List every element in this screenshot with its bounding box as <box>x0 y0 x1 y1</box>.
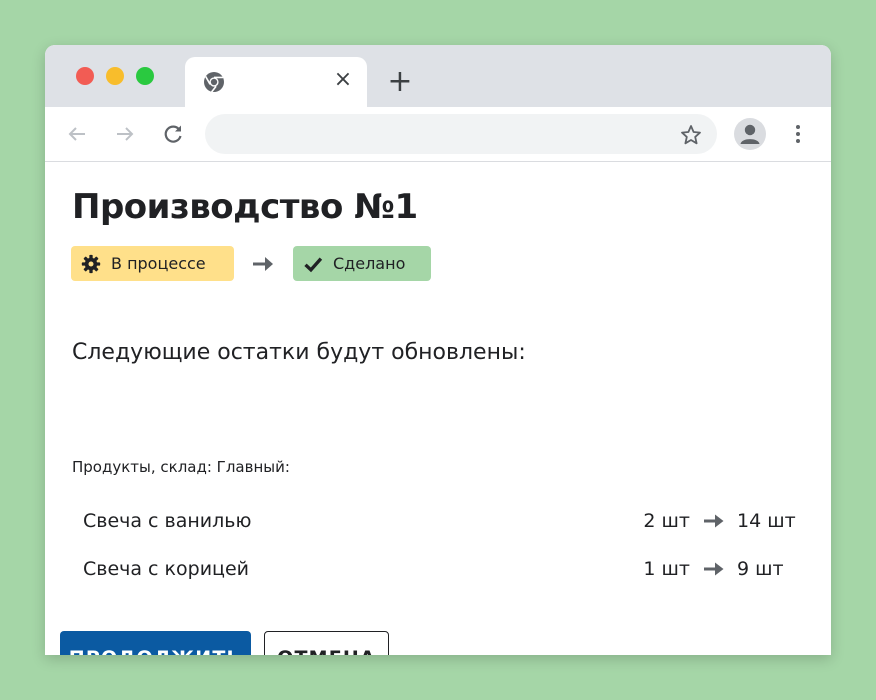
stock-update-heading: Следующие остатки будут обновлены: <box>72 340 526 365</box>
profile-icon[interactable] <box>734 118 766 150</box>
new-tab-button[interactable]: + <box>385 67 415 97</box>
status-from-label: В процессе <box>111 254 206 273</box>
tab-strip: × + <box>45 45 831 107</box>
maximize-window-button[interactable] <box>136 67 154 85</box>
status-badge-done: Сделано <box>293 246 431 281</box>
stock-row: Свеча с ванилью 2 шт 14 шт <box>45 506 831 536</box>
stock-row: Свеча с корицей 1 шт 9 шт <box>45 554 831 584</box>
browser-tab[interactable]: × <box>185 57 367 107</box>
more-vert-icon[interactable] <box>786 122 810 146</box>
close-window-button[interactable] <box>76 67 94 85</box>
stock-to: 9 шт <box>737 558 784 580</box>
page-content: Производство №1 В процессе Сделано Следу… <box>45 161 831 655</box>
check-icon <box>304 256 323 272</box>
right-arrow-icon <box>253 257 273 271</box>
status-to-label: Сделано <box>333 254 406 273</box>
right-arrow-icon <box>704 562 724 576</box>
continue-button[interactable]: ПРОДОЛЖИТЬ <box>60 631 251 655</box>
reload-icon[interactable] <box>161 122 185 146</box>
browser-toolbar <box>45 107 831 162</box>
minimize-window-button[interactable] <box>106 67 124 85</box>
stock-from: 2 шт <box>643 510 690 532</box>
back-arrow-icon[interactable] <box>65 122 89 146</box>
tab-close-icon[interactable]: × <box>331 68 355 92</box>
product-name: Свеча с корицей <box>83 558 250 580</box>
stock-to: 14 шт <box>737 510 796 532</box>
chrome-icon <box>204 72 224 93</box>
address-bar[interactable] <box>205 114 717 154</box>
cancel-button[interactable]: ОТМЕНА <box>264 631 389 655</box>
forward-arrow-icon[interactable] <box>113 122 137 146</box>
status-badge-in-progress: В процессе <box>71 246 234 281</box>
stock-from: 1 шт <box>643 558 690 580</box>
gear-icon <box>81 254 101 273</box>
warehouse-label: Продукты, склад: Главный: <box>72 458 290 476</box>
right-arrow-icon <box>704 514 724 528</box>
browser-window: × + Производство №1 В процессе Сделано С… <box>45 45 831 655</box>
page-title: Производство №1 <box>72 187 418 227</box>
star-icon[interactable] <box>679 123 703 147</box>
product-name: Свеча с ванилью <box>83 510 252 532</box>
